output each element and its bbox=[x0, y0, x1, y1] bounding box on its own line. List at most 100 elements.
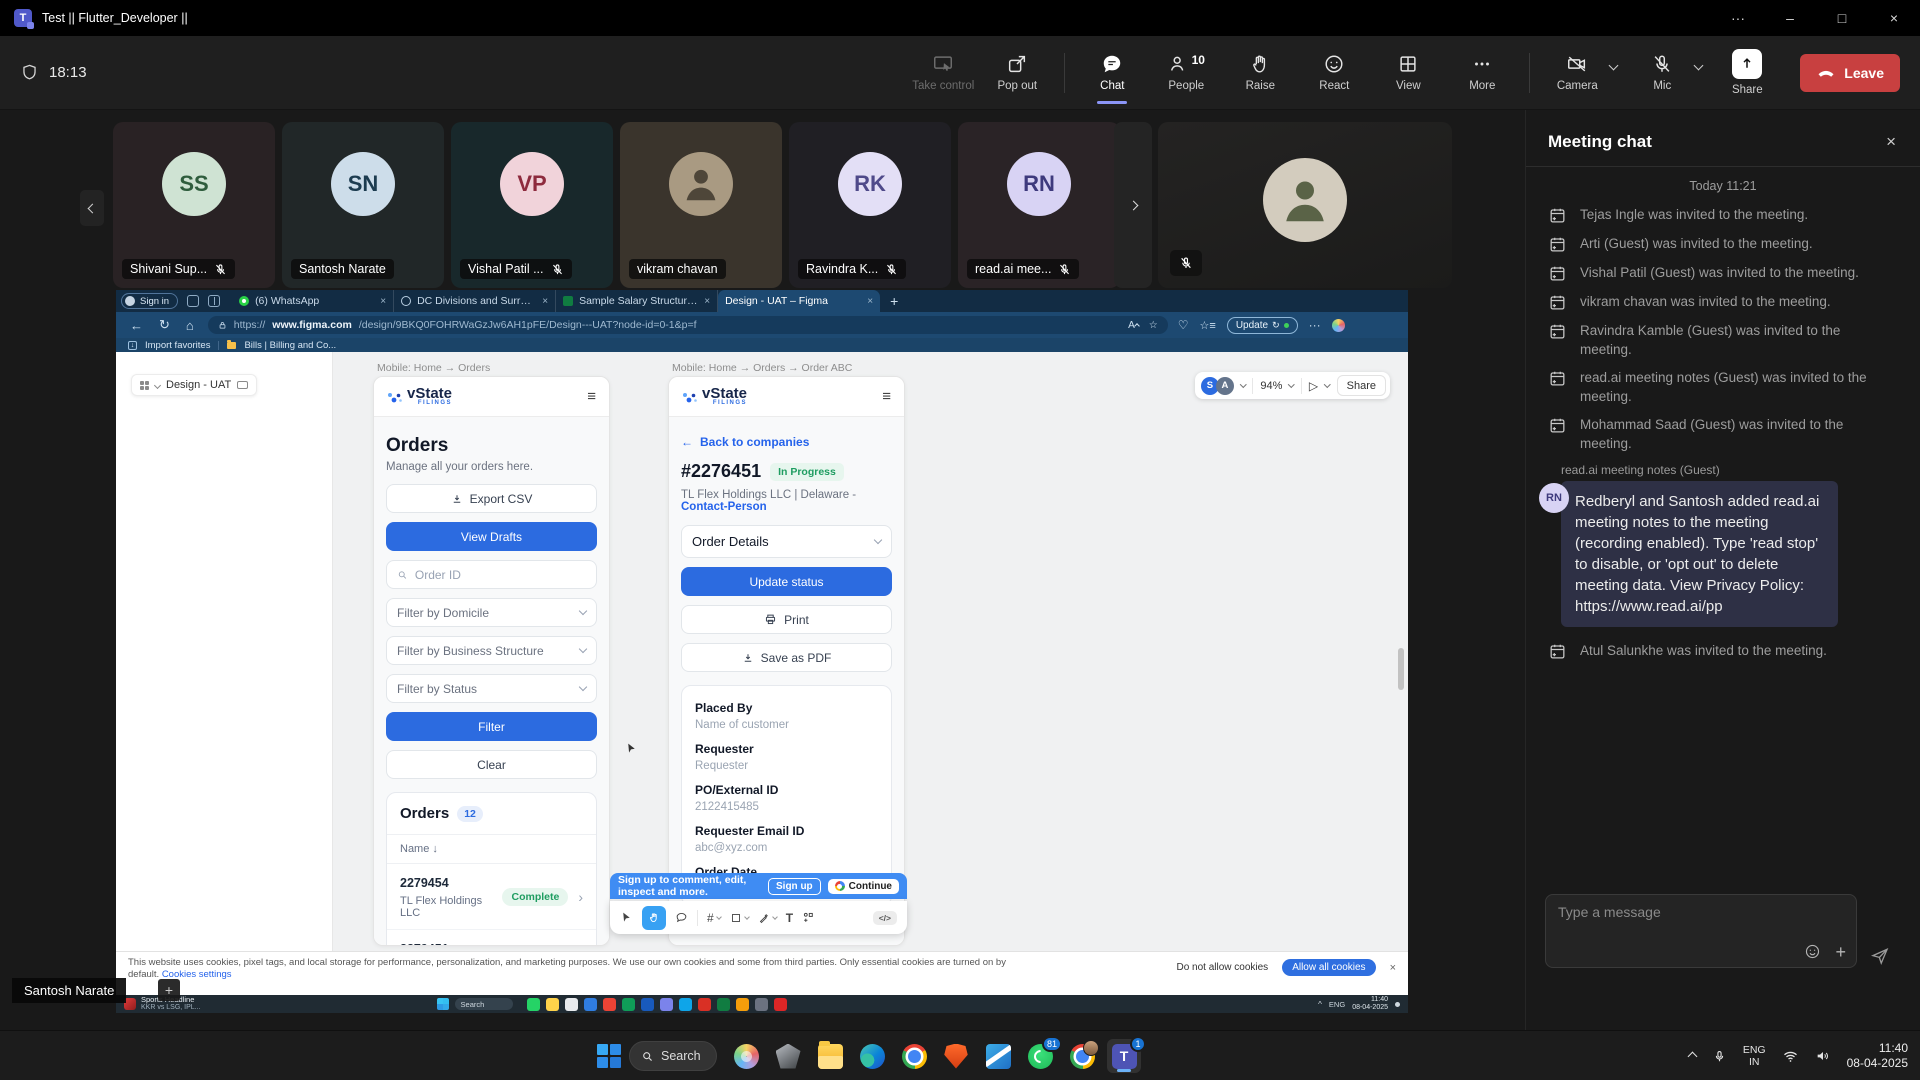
taskbar-app-icon[interactable] bbox=[855, 1039, 889, 1073]
move-tool-icon[interactable] bbox=[620, 911, 633, 924]
present-play-icon[interactable]: ▷ bbox=[1309, 379, 1318, 393]
vertical-tabs-icon[interactable] bbox=[208, 295, 220, 307]
back-to-companies-link[interactable]: ←Back to companies bbox=[681, 435, 892, 449]
export-csv-button[interactable]: Export CSV bbox=[386, 484, 597, 513]
taskbar-clock[interactable]: 11:4008-04-2025 bbox=[1847, 1041, 1908, 1071]
participant-tile[interactable]: RK Ravindra K... bbox=[789, 122, 951, 288]
take-control-button[interactable]: Take control bbox=[908, 40, 978, 106]
refresh-icon[interactable]: ↻ bbox=[159, 317, 170, 333]
taskbar-clock[interactable]: 11:4008-04-2025 bbox=[1352, 996, 1388, 1012]
view-button[interactable]: View bbox=[1373, 40, 1443, 106]
attach-plus-icon[interactable]: + bbox=[1835, 945, 1846, 959]
order-id-input[interactable] bbox=[415, 568, 586, 582]
resources-tool-icon[interactable] bbox=[802, 911, 815, 924]
tray-mic-icon[interactable] bbox=[1712, 1049, 1727, 1064]
participant-tile[interactable]: vikram chavan bbox=[620, 122, 782, 288]
share-button[interactable]: Share bbox=[1712, 40, 1782, 106]
contact-person-link[interactable]: Contact-Person bbox=[681, 501, 767, 513]
app-icon[interactable] bbox=[622, 998, 635, 1011]
app-icon[interactable] bbox=[698, 998, 711, 1011]
order-row[interactable]: 2279451TL Flex Holdings LLC Complete › bbox=[387, 930, 596, 946]
chat-close-icon[interactable]: × bbox=[1886, 132, 1896, 152]
app-icon[interactable] bbox=[584, 998, 597, 1011]
shape-tool-icon[interactable] bbox=[730, 912, 749, 924]
app-icon[interactable] bbox=[660, 998, 673, 1011]
people-button[interactable]: 10 People bbox=[1151, 40, 1221, 106]
chat-message-list[interactable]: Today 11:21 Tejas Ingle was invited to t… bbox=[1526, 167, 1920, 661]
allow-cookies-button[interactable]: Allow all cookies bbox=[1282, 959, 1375, 976]
start-button-icon[interactable] bbox=[437, 998, 449, 1010]
app-icon[interactable] bbox=[679, 998, 692, 1011]
deny-cookies-button[interactable]: Do not allow cookies bbox=[1176, 962, 1268, 973]
message-input[interactable] bbox=[1558, 904, 1844, 920]
favorite-star-icon[interactable]: ☆ bbox=[1149, 320, 1158, 331]
browser-update-button[interactable]: Update↻ bbox=[1227, 317, 1298, 334]
close-button[interactable]: × bbox=[1868, 0, 1920, 36]
filter-dropdown[interactable]: Filter by Status bbox=[386, 674, 597, 703]
chat-button[interactable]: Chat bbox=[1077, 40, 1147, 106]
app-icon[interactable] bbox=[603, 998, 616, 1011]
collaborator-avatar[interactable]: A bbox=[1216, 377, 1234, 395]
window-more-icon[interactable]: ··· bbox=[1712, 0, 1764, 36]
zoom-chevron-icon[interactable] bbox=[1288, 381, 1294, 387]
tab-close-icon[interactable]: × bbox=[380, 296, 386, 307]
filter-dropdown[interactable]: Filter by Domicile bbox=[386, 598, 597, 627]
chat-message-bubble[interactable]: Redberyl and Santosh added read.ai meeti… bbox=[1561, 481, 1838, 627]
language-indicator[interactable]: ENG bbox=[1329, 1000, 1345, 1009]
language-indicator[interactable]: ENGIN bbox=[1743, 1044, 1766, 1068]
notification-icon[interactable] bbox=[1395, 1002, 1400, 1007]
zoom-level[interactable]: 94% bbox=[1260, 380, 1282, 392]
taskbar-app-icon[interactable] bbox=[897, 1039, 931, 1073]
frame-label[interactable]: Mobile: Home → Orders → Order ABC bbox=[672, 362, 852, 374]
participant-tile[interactable]: SS Shivani Sup... bbox=[113, 122, 275, 288]
more-button[interactable]: More bbox=[1447, 40, 1517, 106]
start-button-icon[interactable] bbox=[597, 1044, 621, 1068]
taskbar-app-icon[interactable] bbox=[813, 1039, 847, 1073]
tray-chevron-icon[interactable] bbox=[1687, 1051, 1697, 1061]
browser-tab[interactable]: (6) WhatsApp × bbox=[232, 290, 394, 312]
taskbar-app-icon[interactable]: T 1 bbox=[1107, 1039, 1141, 1073]
pen-tool-icon[interactable] bbox=[758, 912, 777, 924]
pop-out-button[interactable]: Pop out bbox=[982, 40, 1052, 106]
taskbar-app-icon[interactable]: 81 bbox=[1023, 1039, 1057, 1073]
favorites-bar-icon[interactable]: ☆≡ bbox=[1200, 319, 1216, 332]
filmstrip-previous-button[interactable] bbox=[80, 190, 104, 226]
app-icon[interactable] bbox=[641, 998, 654, 1011]
figma-file-chip[interactable]: Design - UAT bbox=[131, 374, 257, 396]
view-drafts-button[interactable]: View Drafts bbox=[386, 522, 597, 551]
hamburger-menu-icon[interactable]: ≡ bbox=[882, 388, 891, 405]
app-icon[interactable] bbox=[755, 998, 768, 1011]
print-button[interactable]: Print bbox=[681, 605, 892, 634]
order-details-dropdown[interactable]: Order Details bbox=[681, 525, 892, 558]
sign-up-button[interactable]: Sign up bbox=[768, 878, 821, 895]
filter-dropdown[interactable]: Filter by Business Structure bbox=[386, 636, 597, 665]
spotlight-participant-tile[interactable] bbox=[1158, 122, 1452, 288]
hamburger-menu-icon[interactable]: ≡ bbox=[587, 388, 596, 405]
message-composer[interactable]: + bbox=[1545, 894, 1857, 968]
text-tool-icon[interactable]: T bbox=[786, 911, 793, 925]
browser-tab[interactable]: Sample Salary Structure with calc × bbox=[556, 290, 718, 312]
send-message-icon[interactable] bbox=[1870, 946, 1890, 966]
taskbar-search[interactable]: Search bbox=[629, 1041, 717, 1071]
browser-essentials-icon[interactable]: ♡ bbox=[1178, 318, 1189, 332]
new-tab-button[interactable]: + bbox=[890, 293, 898, 309]
app-icon[interactable] bbox=[717, 998, 730, 1011]
collaborators-chevron-icon[interactable] bbox=[1240, 381, 1246, 387]
taskbar-search[interactable]: Search bbox=[455, 998, 513, 1010]
continue-with-google-button[interactable]: Continue bbox=[828, 879, 899, 894]
browser-signin-button[interactable]: Sign in bbox=[121, 293, 178, 309]
workspaces-icon[interactable] bbox=[187, 295, 199, 307]
participant-tile[interactable]: SN Santosh Narate bbox=[282, 122, 444, 288]
filter-button[interactable]: Filter bbox=[386, 712, 597, 741]
figma-frame-orders[interactable]: vStateFILINGS ≡ Orders Manage all your o… bbox=[373, 376, 610, 946]
figma-frame-order-detail[interactable]: vStateFILINGS ≡ ←Back to companies #2276… bbox=[668, 376, 905, 946]
app-icon[interactable] bbox=[565, 998, 578, 1011]
back-icon[interactable]: ← bbox=[130, 318, 143, 333]
dev-mode-toggle[interactable]: </> bbox=[873, 911, 897, 925]
save-as-pdf-button[interactable]: Save as PDF bbox=[681, 643, 892, 672]
app-icon[interactable] bbox=[774, 998, 787, 1011]
frame-label[interactable]: Mobile: Home → Orders bbox=[377, 362, 490, 374]
taskbar-app-icon[interactable] bbox=[939, 1039, 973, 1073]
participant-tile[interactable]: RN read.ai mee... bbox=[958, 122, 1120, 288]
taskbar-app-icon[interactable] bbox=[729, 1039, 763, 1073]
